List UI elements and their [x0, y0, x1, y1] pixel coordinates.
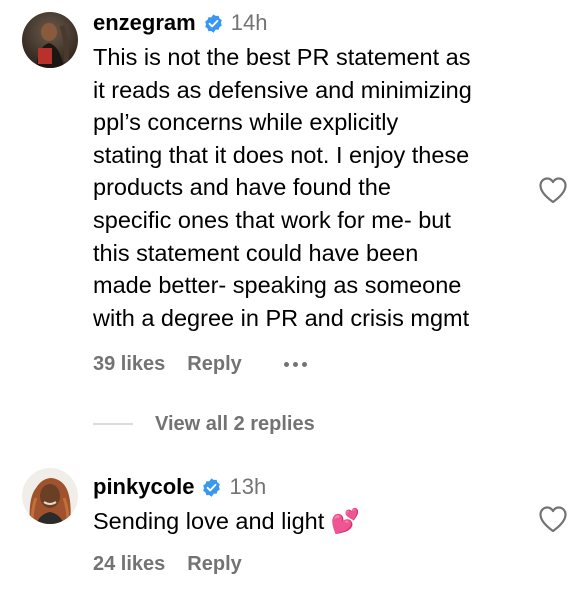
reply-button[interactable]: Reply — [187, 353, 241, 376]
comment-text: Sending love and light 💕 — [93, 508, 361, 534]
comment-text-line: ppl’s concerns while explicitly — [93, 109, 399, 136]
comment-text-line: products and have found the — [93, 174, 391, 201]
comment-text-line: This is not the best PR statement as — [93, 44, 471, 70]
view-replies-label: View all 2 replies — [155, 412, 315, 435]
comment-text-line: specific ones that work for me- but — [93, 206, 451, 233]
avatar[interactable] — [22, 12, 78, 68]
comment-text-line: with a degree in PR and crisis mgmt — [93, 304, 470, 331]
heart-outline-icon[interactable] — [538, 176, 568, 204]
username[interactable]: pinkycole — [93, 474, 194, 500]
more-options-icon[interactable] — [283, 361, 307, 367]
comment-text-line: this statement could have been — [93, 239, 419, 266]
reply-button[interactable]: Reply — [187, 553, 241, 576]
comment-text-line: made better- speaking as someone — [93, 272, 462, 299]
view-replies-button[interactable]: View all 2 replies — [93, 410, 315, 438]
comment-header: pinkycole 13h — [93, 472, 533, 502]
comment-text-line: it reads as defensive and minimizing — [93, 76, 472, 103]
timestamp[interactable]: 13h — [229, 474, 266, 500]
verified-badge-icon — [203, 13, 224, 34]
verified-badge-icon — [201, 477, 222, 498]
replies-divider — [93, 423, 133, 425]
likes-count[interactable]: 39 likes — [93, 353, 165, 376]
comment-text-line: stating that it does not. I enjoy these — [93, 141, 470, 168]
comment-header: enzegram 14h — [93, 8, 533, 38]
likes-count[interactable]: 24 likes — [93, 553, 165, 576]
comment-actions: 39 likes Reply — [93, 350, 307, 378]
heart-outline-icon[interactable] — [538, 505, 568, 533]
avatar[interactable] — [22, 468, 78, 524]
username[interactable]: enzegram — [93, 10, 196, 36]
comment-actions: 24 likes Reply — [93, 550, 242, 578]
comment-text: This is not the best PR statement as it … — [93, 41, 533, 334]
timestamp[interactable]: 14h — [231, 10, 268, 36]
